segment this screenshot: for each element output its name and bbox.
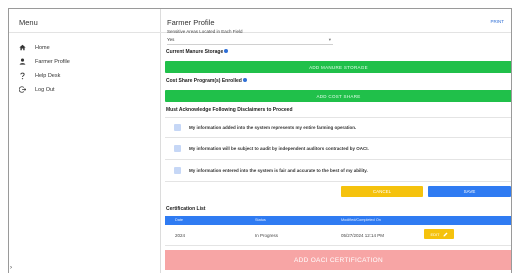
chevron-down-icon: ▾ [328,36,331,42]
table-header: Date Status Modified/Completed On [165,216,511,225]
disclaimer-checkbox[interactable] [174,123,181,131]
column-header: Modified/Completed On [341,218,381,222]
table-row: 2024 In Progress 05/27/2024 12:14 PM EDI… [165,225,511,246]
sidebar-title: Menu [19,18,38,27]
disclaimer-text: My information will be subject to audit … [189,145,369,151]
caret-icon: › [10,265,12,271]
disclaimer-row: My information entered into the system i… [165,161,511,179]
disclaimer-text: My information entered into the system i… [189,167,368,173]
add-cost-share-button[interactable]: ADD COST SHARE [165,90,511,102]
select-value: Yes [167,37,175,42]
cost-share-label: Cost Share Program(s) Enrolled [166,78,247,84]
sensitive-areas-label: Sensitive Areas Located in Each Field [167,29,243,34]
cell-date: 2024 [175,233,186,238]
column-header: Date [175,218,184,222]
info-icon [224,49,229,53]
sidebar-item-label: Home [35,44,50,51]
cell-modified: 05/27/2024 12:14 PM [341,233,385,238]
pencil-icon [443,232,448,236]
sidebar-divider [9,32,161,33]
window-border-right [511,8,512,273]
disclaimer-checkbox[interactable] [174,144,181,152]
page-title: Farmer Profile [167,18,215,27]
sidebar-item-label: Log Out [35,86,55,93]
sidebar: Menu Home Farmer Profile Help Desk Log O [9,9,161,273]
sidebar-item-help-desk[interactable]: Help Desk [9,69,161,82]
sidebar-item-home[interactable]: Home [9,41,161,54]
user-icon [9,58,35,65]
sidebar-item-label: Help Desk [35,72,61,79]
cancel-button[interactable]: CANCEL [341,186,423,197]
sidebar-item-label: Farmer Profile [35,58,70,65]
divider [165,181,511,182]
disclaimer-heading: Must Acknowledge Following Disclaimers t… [166,107,293,113]
save-button[interactable]: SAVE [428,186,511,197]
disclaimer-checkbox[interactable] [174,166,181,174]
disclaimer-row: My information added into the system rep… [165,118,511,136]
manure-storage-label: Current Manure Storage [166,49,229,55]
certification-list-title: Certification List [166,206,206,212]
sidebar-item-farmer-profile[interactable]: Farmer Profile [9,55,161,68]
manure-storage-text: Current Manure Storage [166,49,224,55]
logout-icon [9,86,35,93]
add-certification-button[interactable]: ADD OACI CERTIFICATION [165,250,511,270]
sensitive-areas-select[interactable]: Yes ▾ [167,35,333,45]
cost-share-text: Cost Share Program(s) Enrolled [166,78,242,84]
divider [165,159,511,160]
main-content: Farmer Profile PRINT Sensitive Areas Loc… [161,9,511,273]
disclaimer-text: My information added into the system rep… [189,124,357,130]
column-header: Status [255,218,266,222]
disclaimer-row: My information will be subject to audit … [165,139,511,157]
edit-button[interactable]: EDIT [424,229,454,239]
app-window: Menu Home Farmer Profile Help Desk Log O [0,0,520,273]
add-manure-storage-button[interactable]: ADD MANURE STORAGE [165,61,511,73]
divider [165,137,511,138]
info-icon [242,78,247,82]
sidebar-item-log-out[interactable]: Log Out [9,83,161,96]
cell-status: In Progress [255,233,279,238]
help-icon [9,72,35,80]
print-link[interactable]: PRINT [491,19,505,24]
home-icon [9,44,35,51]
edit-label: EDIT [430,231,440,237]
